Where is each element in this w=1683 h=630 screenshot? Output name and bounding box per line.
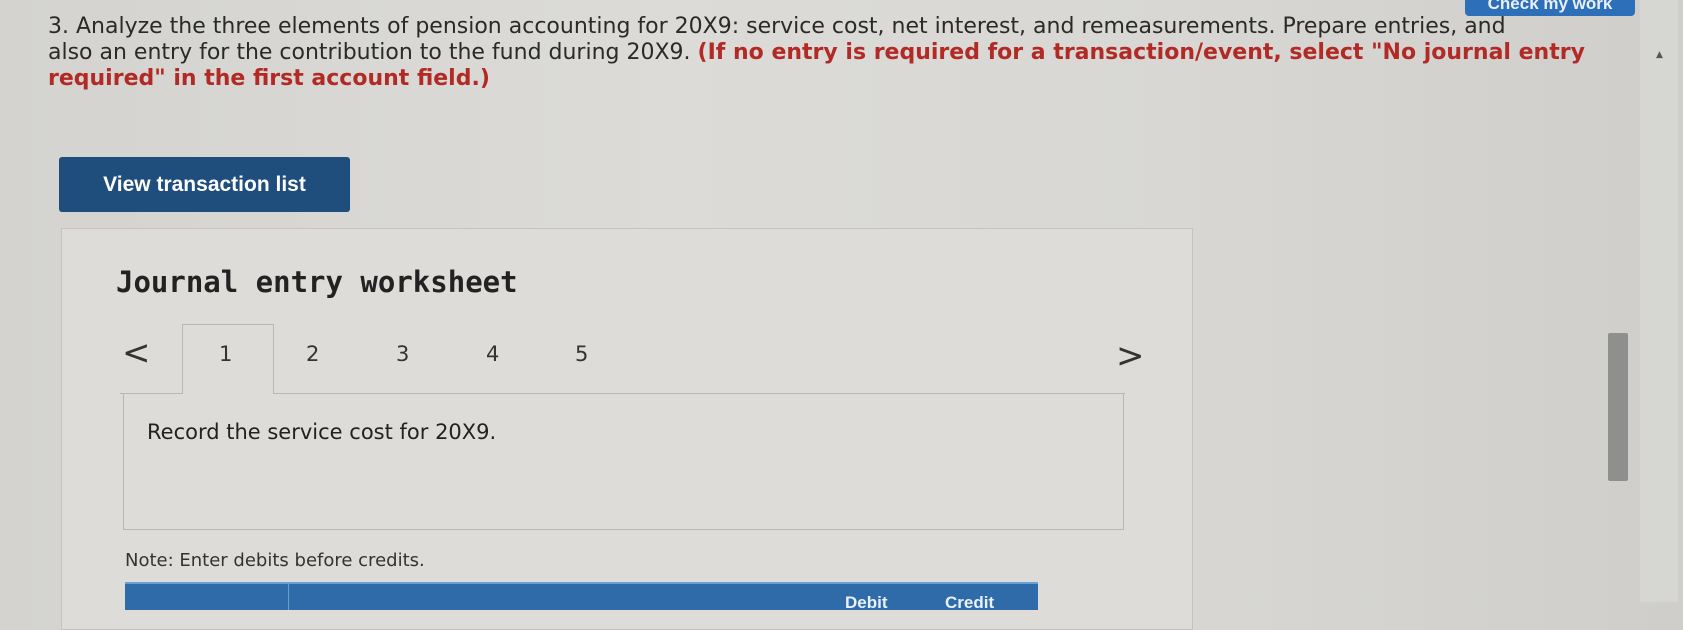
question-line-1: 3. Analyze the three elements of pension… (48, 14, 1506, 39)
tab-entry-3[interactable]: 3 (396, 342, 409, 366)
next-entry-chevron-icon[interactable]: > (1116, 336, 1145, 376)
tab-entry-4[interactable]: 4 (486, 342, 499, 366)
tab-entry-2[interactable]: 2 (306, 342, 319, 366)
scroll-thumb[interactable] (1608, 333, 1628, 481)
entry-instruction-box (123, 394, 1124, 530)
table-header-separator (288, 584, 289, 610)
entry-instruction: Record the service cost for 20X9. (147, 420, 497, 444)
tab-entry-1[interactable]: 1 (219, 342, 232, 366)
prev-entry-chevron-icon[interactable]: < (122, 333, 151, 373)
question-line-3-instruction: required" in the first account field.) (48, 66, 490, 91)
journal-table-header: Debit Credit (125, 582, 1038, 612)
scroll-up-icon[interactable]: ▲ (1656, 50, 1663, 60)
question-text: 3. Analyze the three elements of pension… (48, 14, 1608, 92)
debit-column-header: Debit (845, 593, 888, 612)
tab-entry-5[interactable]: 5 (575, 342, 588, 366)
question-line-2-normal: also an entry for the contribution to th… (48, 40, 698, 65)
view-transaction-list-button[interactable]: View transaction list (59, 157, 350, 212)
worksheet-title: Journal entry worksheet (116, 265, 518, 299)
page-scrollbar[interactable] (1640, 0, 1678, 602)
question-line-2-instruction: (If no entry is required for a transacti… (697, 40, 1585, 65)
question-line-2: also an entry for the contribution to th… (48, 40, 1608, 66)
entry-note: Note: Enter debits before credits. (125, 550, 425, 571)
credit-column-header: Credit (945, 593, 995, 612)
